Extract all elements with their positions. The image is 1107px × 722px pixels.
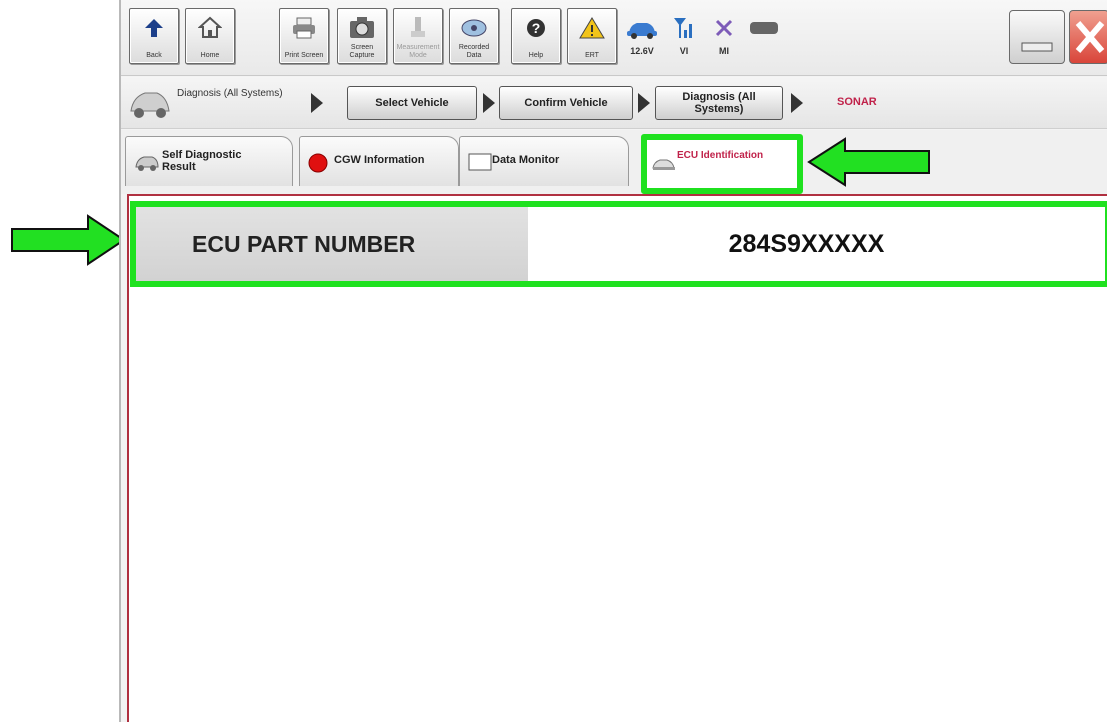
battery-voltage-status: 12.6V [623,10,661,62]
breadcrumb-arrow-icon [791,93,803,113]
confirm-vehicle-button[interactable]: Confirm Vehicle [499,86,633,120]
home-icon [198,16,222,38]
screenshot-stage: Back Home Print Screen Screen Capture Me… [0,0,1107,722]
tab-label: Self Diagnostic Result [162,149,242,173]
breadcrumb-arrow-icon [483,93,495,113]
toolbar: Back Home Print Screen Screen Capture Me… [121,0,1107,76]
car-check-icon [135,156,159,171]
home-label: Home [200,52,220,59]
ecu-part-number-row: ECU PART NUMBER 284S9XXXXX [130,201,1107,287]
back-label: Back [146,52,162,59]
help-icon: ? [527,19,545,37]
svg-text:?: ? [532,20,541,36]
annotation-arrow-left-icon [807,137,930,187]
help-button[interactable]: ? Help [511,8,561,64]
home-button[interactable]: Home [185,8,235,64]
tab-label: Data Monitor [492,154,560,166]
mi-label: MI [719,46,729,56]
measurement-mode-button[interactable]: Measurement Mode [393,8,443,64]
ert-label: ERT [585,52,599,59]
measurement-mode-label: Measurement Mode [396,44,440,59]
mi-status: MI [705,10,743,62]
back-button[interactable]: Back [129,8,179,64]
signal-icon [674,18,692,38]
system-name: SONAR [837,96,877,108]
vi-status: VI [665,10,703,62]
tab-self-diagnostic-result[interactable]: Self Diagnostic Result [125,136,293,186]
help-label: Help [528,52,544,59]
warning-icon [579,17,605,39]
print-screen-button[interactable]: Print Screen [279,8,329,64]
battery-icon [750,22,778,34]
recorded-data-button[interactable]: Recorded Data [449,8,499,64]
tab-bar: Self Diagnostic Result CGW Information D… [121,130,1107,194]
ecu-icon [652,159,675,170]
close-icon [1075,21,1105,53]
diagnosis-all-systems-button[interactable]: Diagnosis (All Systems) [655,86,783,120]
back-arrow-icon [145,19,163,37]
current-screen-label: Diagnosis (All Systems) [177,88,283,99]
recorded-data-icon [461,19,487,37]
measurement-icon [411,17,425,37]
close-button[interactable] [1069,10,1107,64]
screen-capture-button[interactable]: Screen Capture [337,8,387,64]
minimize-button[interactable] [1009,10,1065,64]
minimize-icon [1021,42,1053,52]
red-status-dot-icon [308,153,328,173]
breadcrumb: Diagnosis (All Systems) Select Vehicle C… [121,77,1107,129]
ecu-identification-panel: ECU PART NUMBER 284S9XXXXX [127,194,1107,722]
ecu-part-number-value: 284S9XXXXX [528,207,1105,281]
tab-label: CGW Information [334,154,425,166]
tab-cgw-information[interactable]: CGW Information [299,136,459,186]
camera-icon [350,17,374,38]
car-diagnosis-icon [130,92,170,118]
tab-ecu-identification[interactable]: ECU Identification [641,134,803,194]
printer-icon [293,17,315,39]
screen-capture-label: Screen Capture [349,44,375,59]
breadcrumb-arrow-icon [311,93,323,113]
breadcrumb-arrow-icon [638,93,650,113]
ecu-part-number-label: ECU PART NUMBER [136,207,528,281]
mi-cross-icon [715,19,733,37]
annotation-arrow-right-icon [11,214,126,266]
print-screen-label: Print Screen [284,52,324,59]
tab-data-monitor[interactable]: Data Monitor [459,136,629,186]
recorded-data-label: Recorded Data [458,44,490,59]
monitor-icon [468,153,492,171]
vi-label: VI [679,46,689,56]
connection-status [745,10,783,62]
select-vehicle-button[interactable]: Select Vehicle [347,86,477,120]
tab-label: ECU Identification [677,150,764,161]
consult-window: Back Home Print Screen Screen Capture Me… [119,0,1107,722]
ert-button[interactable]: ERT [567,8,617,64]
car-battery-icon [627,23,657,39]
voltage-label: 12.6V [630,46,654,56]
